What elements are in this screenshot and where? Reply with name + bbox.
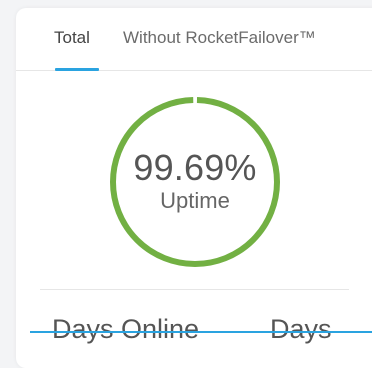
- tab-bar: Total Without RocketFailover™: [16, 8, 372, 71]
- uptime-label: Uptime: [160, 188, 230, 213]
- days-label: Days: [270, 314, 332, 344]
- tab-without-rocketfailover[interactable]: Without RocketFailover™: [123, 28, 316, 48]
- active-tab-indicator: [55, 68, 99, 71]
- uptime-gauge: 99.69% Uptime: [109, 96, 281, 268]
- section-divider: [40, 289, 349, 290]
- tab-total[interactable]: Total: [54, 28, 90, 48]
- bottom-accent-line: [30, 331, 372, 333]
- uptime-card: Total Without RocketFailover™ 99.69% Upt…: [16, 8, 372, 368]
- uptime-value: 99.69%: [133, 147, 257, 188]
- days-online-label: Days Online: [52, 314, 200, 344]
- uptime-readout: 99.69% Uptime: [109, 96, 281, 268]
